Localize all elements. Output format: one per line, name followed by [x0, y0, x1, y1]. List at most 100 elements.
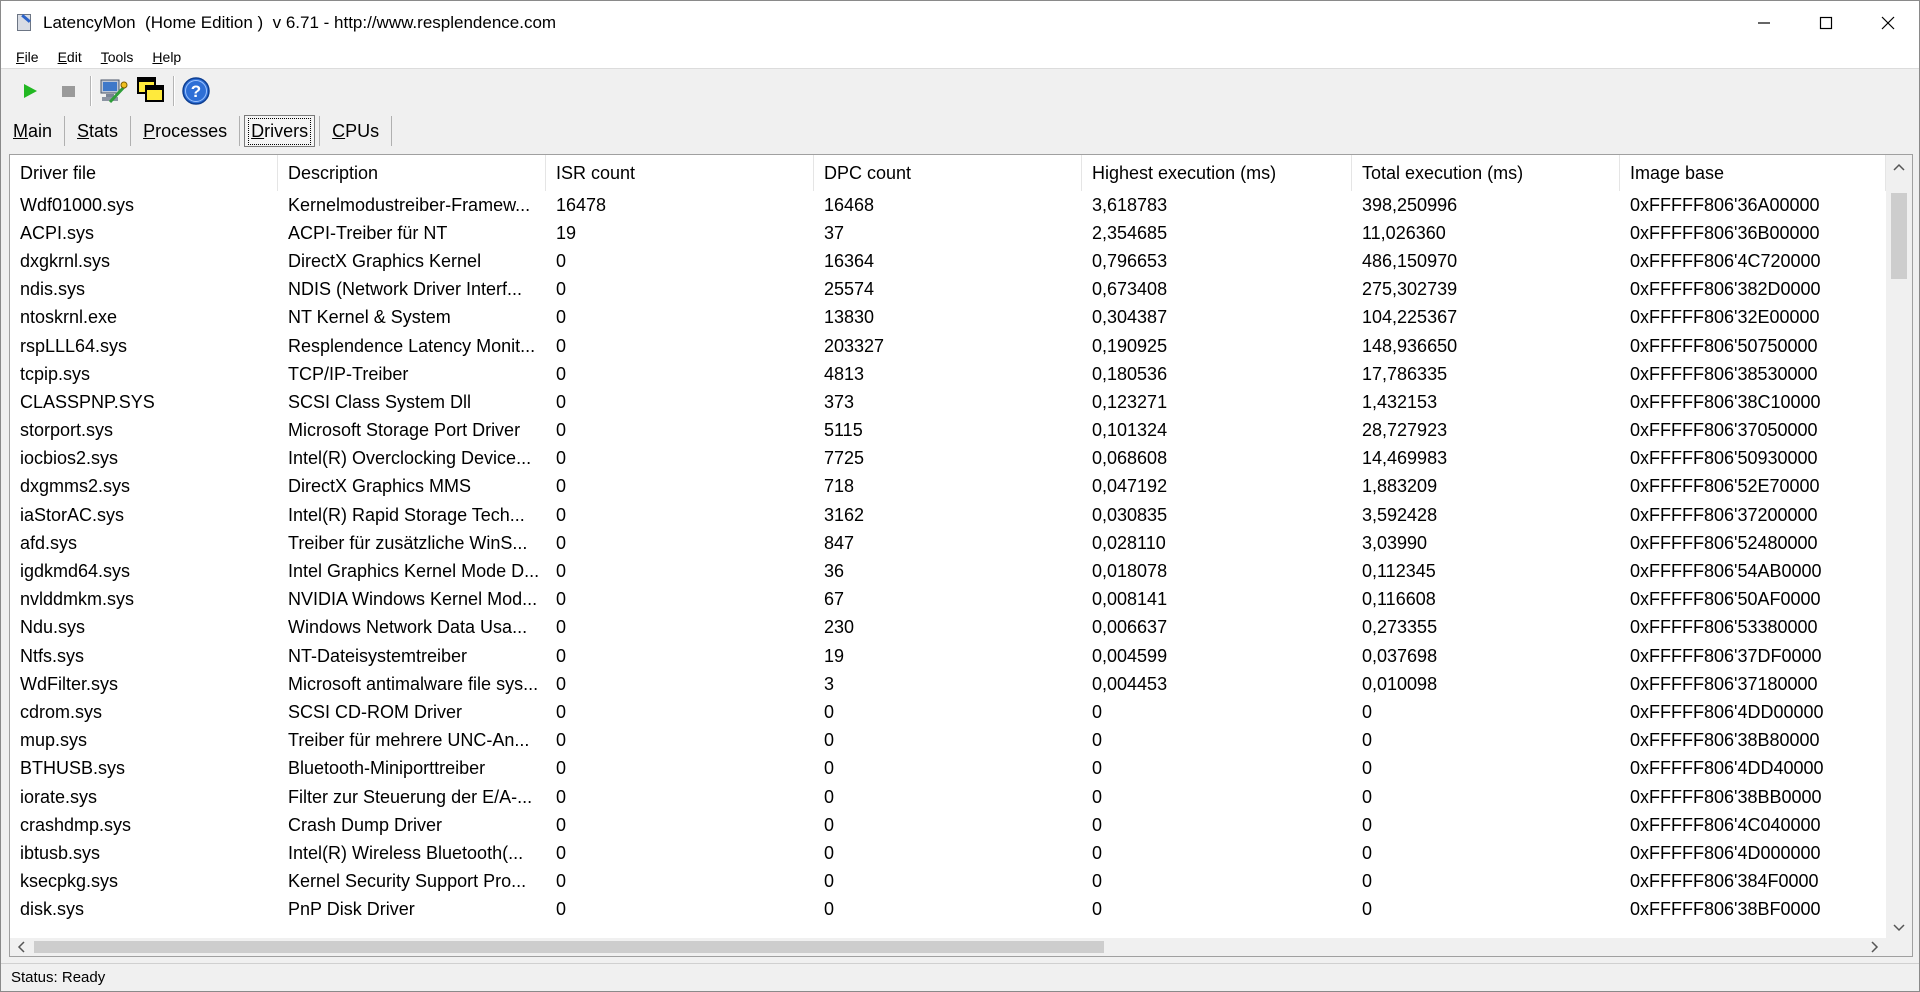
scroll-right-button[interactable]	[1864, 938, 1886, 956]
table-row[interactable]: dxgkrnl.sys DirectX Graphics Kernel 0 16364…	[10, 247, 1886, 275]
table-row[interactable]: ibtusb.sys Intel(R) Wireless Bluetooth(..…	[10, 839, 1886, 867]
table-row[interactable]: Ntfs.sys NT-Dateisystemtreiber 0 19 0,004599…	[10, 642, 1886, 670]
table-row[interactable]: iorate.sys Filter zur Steuerung der E/A-.…	[10, 783, 1886, 811]
cell-total-execution: 17,786335	[1362, 363, 1448, 384]
cascade-windows-button[interactable]	[132, 73, 170, 109]
cell-driver-file: BTHUSB.sys	[20, 758, 126, 779]
cell-description: Kernelmodustreiber-Framew...	[288, 194, 531, 215]
table-row[interactable]: ndis.sys NDIS (Network Driver Interf... 0 2…	[10, 276, 1886, 304]
table-row[interactable]: CLASSPNP.SYS SCSI Class System Dll 0 373 0,1…	[10, 388, 1886, 416]
cell-highest-execution: 0	[1092, 842, 1103, 863]
table-row[interactable]: crashdmp.sys Crash Dump Driver 0 0 0 0 0xFFFFF…	[10, 811, 1886, 839]
table-row[interactable]: igdkmd64.sys Intel Graphics Kernel Mode D…	[10, 557, 1886, 585]
cell-total-execution: 0	[1362, 701, 1373, 722]
cell-description: NVIDIA Windows Kernel Mod...	[288, 589, 538, 610]
cell-highest-execution: 0	[1092, 814, 1103, 835]
cell-dpc-count: 718	[824, 476, 855, 497]
table-row[interactable]: nvlddmkm.sys NVIDIA Windows Kernel Mod...…	[10, 586, 1886, 614]
cell-driver-file: dxgkrnl.sys	[20, 250, 111, 271]
table-row[interactable]: rspLLL64.sys Resplendence Latency Monit..…	[10, 332, 1886, 360]
table-row[interactable]: Wdf01000.sys Kernelmodustreiber-Framew...…	[10, 191, 1886, 219]
table-row[interactable]: iaStorAC.sys Intel(R) Rapid Storage Tech.…	[10, 501, 1886, 529]
table-row[interactable]: dxgmms2.sys DirectX Graphics MMS 0 718 0,047…	[10, 473, 1886, 501]
cell-isr-count: 0	[556, 363, 567, 384]
title-bar[interactable]: LatencyMon (Home Edition ) v 6.71 - http…	[1, 1, 1919, 45]
cell-driver-file: ibtusb.sys	[20, 842, 101, 863]
cell-driver-file: cdrom.sys	[20, 701, 103, 722]
column-header-total-execution[interactable]: Total execution (ms)	[1352, 155, 1620, 191]
column-header-highest-execution[interactable]: Highest execution (ms)	[1082, 155, 1352, 191]
table-row[interactable]: cdrom.sys SCSI CD-ROM Driver 0 0 0 0 0xFFFFF80…	[10, 698, 1886, 726]
menu-edit[interactable]: Edit	[55, 48, 85, 66]
vertical-scroll-thumb[interactable]	[1891, 193, 1907, 279]
column-header-isr-count[interactable]: ISR count	[546, 155, 814, 191]
cell-total-execution: 0	[1362, 786, 1373, 807]
stop-monitor-button[interactable]	[49, 73, 87, 109]
table-row[interactable]: afd.sys Treiber für zusätzliche WinS... 0 8…	[10, 529, 1886, 557]
tab-divider	[391, 116, 393, 146]
vertical-scrollbar[interactable]	[1886, 155, 1912, 940]
help-icon: ?	[182, 77, 210, 105]
minimize-button[interactable]	[1733, 1, 1795, 45]
maximize-button[interactable]	[1795, 1, 1857, 45]
cell-total-execution: 0,112345	[1362, 561, 1436, 582]
table-row[interactable]: disk.sys PnP Disk Driver 0 0 0 0 0xFFFFF806'38…	[10, 896, 1886, 924]
horizontal-scrollbar[interactable]	[10, 938, 1886, 956]
tab-cpus[interactable]: C PUs	[320, 114, 391, 148]
table-row[interactable]: mup.sys Treiber für mehrere UNC-An... 0 0 0 0…	[10, 727, 1886, 755]
cell-isr-count: 0	[556, 279, 567, 300]
help-button[interactable]: ?	[177, 73, 215, 109]
cell-isr-count: 0	[556, 476, 567, 497]
cell-isr-count: 0	[556, 589, 567, 610]
column-header-image-base[interactable]: Image base	[1620, 155, 1886, 191]
table-row[interactable]: iocbios2.sys Intel(R) Overclocking Device…	[10, 445, 1886, 473]
tab-main[interactable]: Main	[1, 114, 64, 148]
latencymon-app-icon[interactable]	[15, 13, 35, 33]
status-bar: Status: Ready	[1, 963, 1919, 991]
cell-isr-count: 0	[556, 532, 567, 553]
column-header-dpc-count[interactable]: DPC count	[814, 155, 1082, 191]
table-row[interactable]: WdFilter.sys Microsoft antimalware file s…	[10, 670, 1886, 698]
table-row[interactable]: tcpip.sys TCP/IP-Treiber 0 4813 0,180536 17,7…	[10, 360, 1886, 388]
scroll-left-button[interactable]	[10, 938, 32, 956]
cell-description: Treiber für mehrere UNC-An...	[288, 730, 530, 751]
cell-dpc-count: 4813	[824, 363, 865, 384]
table-row[interactable]: BTHUSB.sys Bluetooth-Miniporttreiber 0 0 0 0 0…	[10, 755, 1886, 783]
cell-description: Intel(R) Rapid Storage Tech...	[288, 504, 525, 525]
cell-driver-file: Wdf01000.sys	[20, 194, 135, 215]
tab-processes[interactable]: Processes	[131, 114, 239, 148]
cell-total-execution: 0	[1362, 899, 1373, 920]
table-row[interactable]: Ndu.sys Windows Network Data Usa... 0 230 0,…	[10, 614, 1886, 642]
close-button[interactable]	[1857, 1, 1919, 45]
cell-dpc-count: 373	[824, 391, 855, 412]
scroll-up-button[interactable]	[1886, 155, 1912, 179]
computer-tools-button[interactable]	[94, 73, 132, 109]
start-monitor-button[interactable]	[11, 73, 49, 109]
cell-total-execution: 104,225367	[1362, 307, 1458, 328]
cell-driver-file: CLASSPNP.SYS	[20, 391, 155, 412]
cell-total-execution: 275,302739	[1362, 279, 1458, 300]
table-row[interactable]: ntoskrnl.exe NT Kernel & System 0 13830 0,30…	[10, 304, 1886, 332]
menu-help[interactable]: Help	[149, 48, 184, 66]
cell-driver-file: ksecpkg.sys	[20, 871, 119, 892]
cell-image-base: 0xFFFFF806'52480000	[1630, 532, 1818, 553]
cell-isr-count: 0	[556, 899, 567, 920]
cell-driver-file: rspLLL64.sys	[20, 335, 128, 356]
menu-tools[interactable]: Tools	[98, 48, 137, 66]
window-title: LatencyMon (Home Edition ) v 6.71 - http…	[43, 13, 557, 32]
cell-dpc-count: 0	[824, 758, 835, 779]
cell-image-base: 0xFFFFF806'4C040000	[1630, 814, 1821, 835]
table-row[interactable]: ksecpkg.sys Kernel Security Support Pro..…	[10, 868, 1886, 896]
drivers-list[interactable]: Driver file Description ISR count DPC co…	[9, 154, 1913, 957]
tab-drivers[interactable]: Drivers	[244, 115, 316, 147]
table-row[interactable]: storport.sys Microsoft Storage Port Drive…	[10, 417, 1886, 445]
tab-stats[interactable]: Stats	[65, 114, 130, 148]
column-header-description[interactable]: Description	[278, 155, 546, 191]
scroll-down-button[interactable]	[1886, 916, 1912, 940]
horizontal-scroll-thumb[interactable]	[34, 941, 1104, 953]
table-row[interactable]: ACPI.sys ACPI-Treiber für NT 19 37 2,354685 1…	[10, 219, 1886, 247]
cell-image-base: 0xFFFFF806'38B80000	[1630, 730, 1820, 751]
column-header-driver-file[interactable]: Driver file	[10, 155, 278, 191]
menu-file[interactable]: File	[13, 48, 42, 66]
cell-dpc-count: 19	[824, 645, 845, 666]
